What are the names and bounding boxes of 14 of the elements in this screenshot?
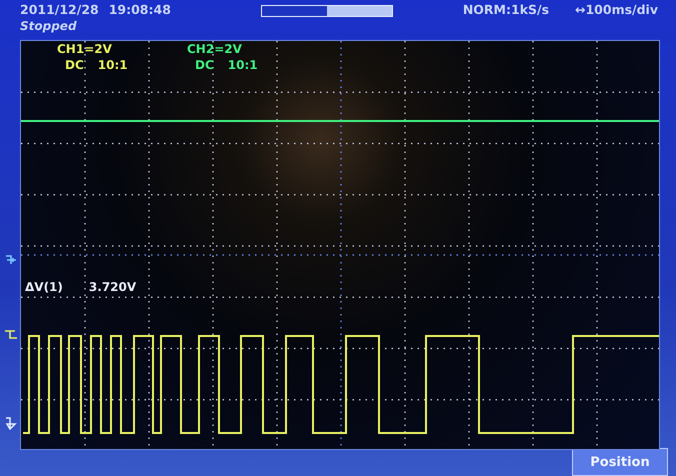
coupling-text: DC [195,57,214,73]
sample-rate-text: NORM:1kS/s [462,2,550,17]
timebase-text: ↔100ms/div [575,2,658,17]
status-text: Stopped [20,19,78,33]
channel-scale-text: CH1=2V [57,41,113,57]
coupling-text: DC [65,57,84,73]
position-button[interactable]: Position [572,448,668,476]
measurement-value: 3.720V [88,280,136,294]
probe-ratio-text: 10:1 [228,57,258,73]
date-text: 2011/12/28 [20,2,99,17]
time-text: 19:08:48 [108,2,171,17]
measurement-label: ΔV(1) [25,280,63,294]
probe-ratio-text: 10:1 [98,57,128,73]
channel-scale-text: CH2=2V [187,41,243,57]
